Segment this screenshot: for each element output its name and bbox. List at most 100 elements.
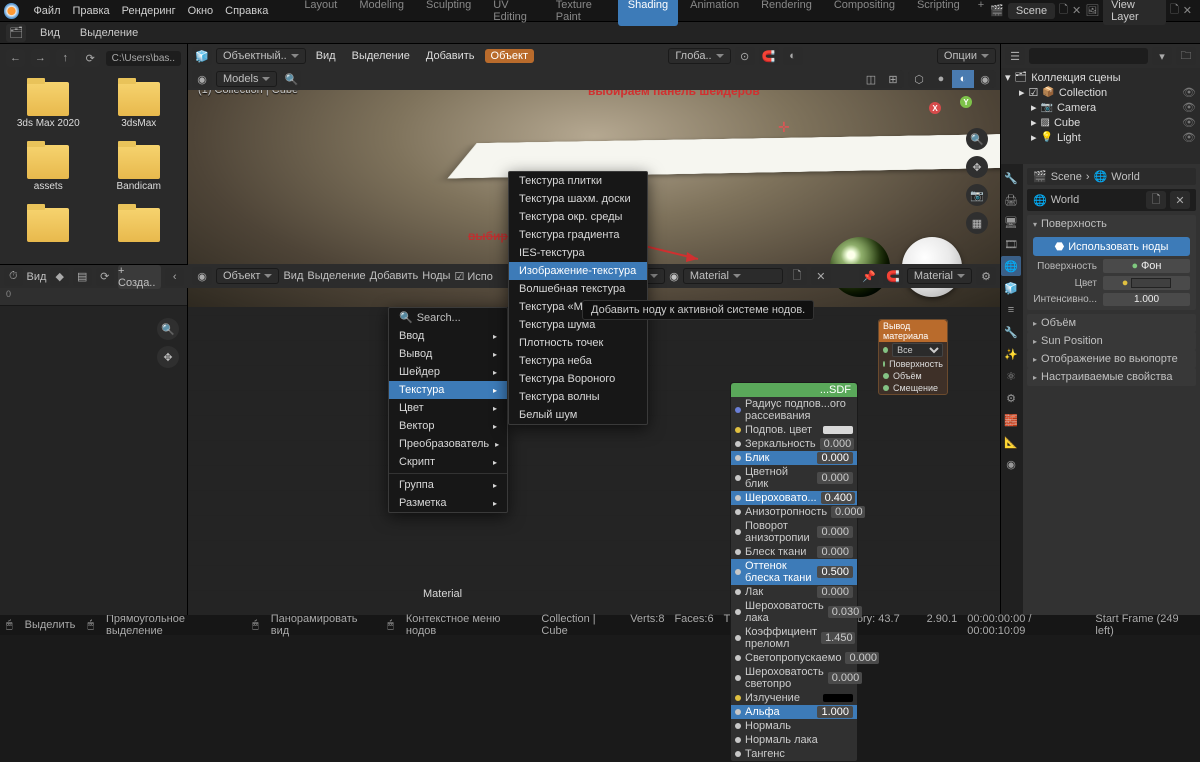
bsdf-Светопропускаемо[interactable]: Светопропускаемо0.000 [731,651,857,665]
tex-1[interactable]: Текстура шахм. доски [509,190,647,208]
props-tab-5[interactable]: 🧊 [1001,278,1021,298]
vp-object[interactable]: Объект [485,49,534,63]
add-cat-0[interactable]: Ввод [389,327,507,345]
outliner-search[interactable] [1029,48,1148,64]
panel-surface-toggle[interactable]: Поверхность [1027,215,1196,233]
delete-scene-icon[interactable]: ✕ [1072,4,1081,17]
tex-2[interactable]: Текстура окр. среды [509,208,647,226]
scene-selector[interactable]: Scene [1008,3,1055,19]
add-workspace-button[interactable]: + [972,0,990,26]
delete-viewlayer-icon[interactable]: ✕ [1183,4,1192,17]
ds-marker-icon[interactable]: ◆ [50,268,69,286]
bsdf-Шероховато...[interactable]: Шероховато...0.400 [731,491,857,505]
menu-help[interactable]: Справка [219,0,274,22]
tab-texture-paint[interactable]: Texture Paint [546,0,616,26]
world-selector[interactable]: World [1051,194,1142,206]
tex-10[interactable]: Текстура неба [509,352,647,370]
bsdf-Подпов. цвет[interactable]: Подпов. цвет [731,423,857,437]
bsdf-Альфа[interactable]: Альфа1.000 [731,705,857,719]
add-cat-1[interactable]: Вывод [389,345,507,363]
nav-up-icon[interactable]: ↑ [56,49,75,67]
ne-unlink-mat-icon[interactable]: ✕ [811,267,831,285]
file-item[interactable]: 3ds Max 2020 [4,78,93,139]
tab-rendering[interactable]: Rendering [751,0,822,26]
proportional-icon[interactable]: ◐ [783,47,803,65]
shade-wire[interactable]: ⬡ [908,70,930,88]
tab-compositing[interactable]: Compositing [824,0,905,26]
add-cat-9[interactable]: Разметка [389,494,507,512]
add-cat-7[interactable]: Скрипт [389,453,507,471]
ds-filter-icon[interactable]: ▤ [73,268,92,286]
overlay-2[interactable]: ⊞ [882,70,904,88]
tex-5[interactable]: Изображение-текстура [509,262,647,280]
fb-select[interactable]: Выделение [74,26,144,40]
nav-back-icon[interactable]: ← [6,49,25,67]
overlay-1[interactable]: ◫ [860,70,882,88]
ds-zoom-icon[interactable]: 🔍 [157,318,179,340]
ne-material-dd[interactable]: Material [907,268,972,284]
add-cat-4[interactable]: Цвет [389,399,507,417]
intensity-value[interactable]: 1.000 [1103,293,1190,306]
axis-x-icon[interactable]: X [929,102,941,114]
props-tab-10[interactable]: ⚙ [1001,388,1021,408]
props-tab-7[interactable]: 🔧 [1001,322,1021,342]
menu-render[interactable]: Рендеринг [116,0,182,22]
nav-refresh-icon[interactable]: ⟳ [81,49,100,67]
tex-6[interactable]: Волшебная текстура [509,280,647,298]
tab-animation[interactable]: Animation [680,0,749,26]
transform-orientation[interactable]: Глоба.. [668,48,730,64]
texture-submenu[interactable]: Текстура плиткиТекстура шахм. доскиТекст… [508,171,648,425]
tab-uv-editing[interactable]: UV Editing [483,0,544,26]
file-item[interactable]: Bandicam [95,141,184,202]
tab-sculpting[interactable]: Sculpting [416,0,481,26]
file-item[interactable] [95,204,184,254]
menu-search[interactable]: Search... [417,312,461,324]
pivot-icon[interactable]: ⊙ [735,47,755,65]
bsdf-Блик[interactable]: Блик0.000 [731,451,857,465]
bsdf-Оттенок блеска ткани[interactable]: Оттенок блеска ткани0.500 [731,559,857,585]
shade-matprev[interactable]: ◐ [952,70,974,88]
bsdf-Шероховатость лака[interactable]: Шероховатость лака0.030 [731,599,857,625]
props-tab-11[interactable]: 🧱 [1001,410,1021,430]
tex-0[interactable]: Текстура плитки [509,172,647,190]
bsdf-...SDF[interactable]: ...SDF [731,383,857,397]
ne-mode[interactable]: Объект [216,268,279,284]
surface-value[interactable]: ● Фон [1103,259,1190,273]
ne-material[interactable]: Material [683,268,783,284]
shading-models[interactable]: Models [216,71,277,87]
ds-sync-icon[interactable]: ⟳ [96,268,115,286]
axis-y-icon[interactable]: Y [960,96,972,108]
ne-select[interactable]: Выделение [307,270,365,282]
props-tab-12[interactable]: 📐 [1001,432,1021,452]
props-tab-13[interactable]: ◉ [1001,454,1021,474]
outliner-type-icon[interactable]: ☰ [1005,47,1025,65]
world-unlink-icon[interactable]: ✕ [1170,191,1190,209]
bsdf-Радиус подпов...ого рассеивания[interactable]: Радиус подпов...ого рассеивания [731,397,857,423]
path-field[interactable]: C:\Users\bas.. [106,51,181,66]
search-icon[interactable]: 🔍 [281,70,301,88]
bsdf-Шероховатость светопро[interactable]: Шероховатость светопро0.000 [731,665,857,691]
snap-icon[interactable]: 🧲 [759,47,779,65]
props-tab-6[interactable]: ≡ [1001,300,1021,320]
visibility-icon[interactable]: 👁 [1182,86,1196,99]
panel-toggle[interactable]: Sun Position [1027,332,1196,350]
new-viewlayer-icon[interactable]: 🗋 [1170,1,1179,20]
camera-view-icon[interactable]: 📷 [966,184,988,206]
use-nodes-button[interactable]: ⬣Использовать ноды [1033,237,1190,256]
visibility-icon[interactable]: 👁 [1182,116,1196,129]
tree-light[interactable]: ▸ 💡 Light👁 [1005,130,1196,145]
vp-add[interactable]: Добавить [420,49,481,63]
shade-render[interactable]: ◉ [974,70,996,88]
file-item[interactable]: assets [4,141,93,202]
node-material-output[interactable]: Вывод материала Все Поверхность Объём См… [878,319,948,395]
new-scene-icon[interactable]: 🗋 [1059,1,1068,20]
file-item[interactable]: 3dsMax [95,78,184,139]
ne-view[interactable]: Вид [283,270,303,282]
ne-node[interactable]: Ноды [422,270,450,282]
shade-solid[interactable]: ● [930,70,952,88]
props-tab-4[interactable]: 🌐 [1001,256,1021,276]
tab-shading[interactable]: Shading [618,0,678,26]
vp-select[interactable]: Выделение [346,49,416,63]
world-new-icon[interactable]: 🗋 [1146,191,1166,209]
add-cat-3[interactable]: Текстура [389,381,507,399]
